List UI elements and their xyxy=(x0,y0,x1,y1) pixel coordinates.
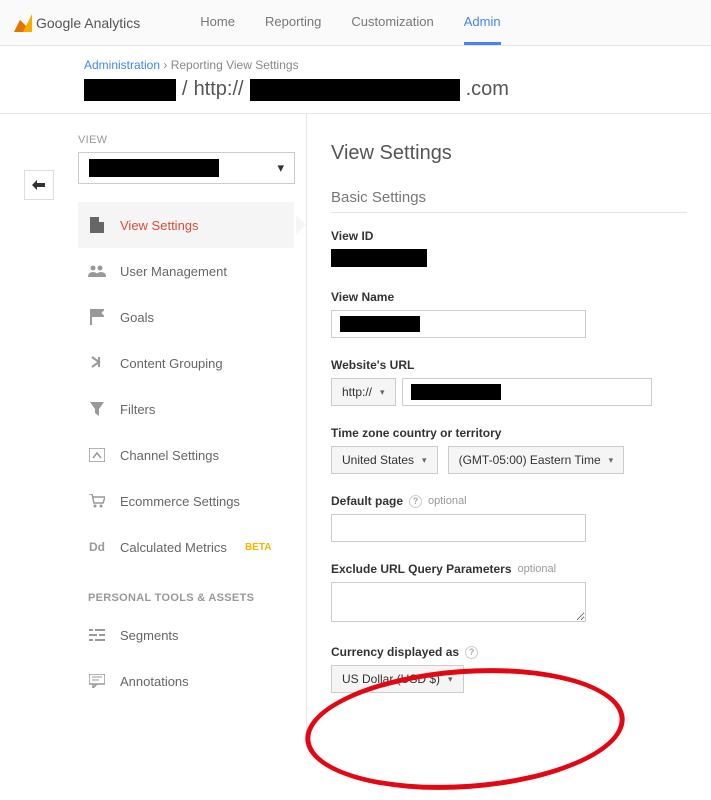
sidebar-item-label: Segments xyxy=(120,628,179,643)
logo[interactable]: Google Analytics xyxy=(14,14,140,32)
account-tld: .com xyxy=(466,78,509,101)
caret-down-icon: ▾ xyxy=(422,455,427,466)
beta-badge: BETA xyxy=(245,542,271,553)
primary-nav: Home Reporting Customization Admin xyxy=(200,0,500,45)
nav-customization[interactable]: Customization xyxy=(351,0,433,45)
redacted-view-name xyxy=(89,159,219,177)
field-currency: Currency displayed as ? US Dollar (USD $… xyxy=(331,645,687,693)
filter-icon xyxy=(88,400,106,418)
sidebar-item-content-grouping[interactable]: Content Grouping xyxy=(78,340,294,386)
sidebar-item-filters[interactable]: Filters xyxy=(78,386,294,432)
logo-text: Google Analytics xyxy=(36,15,140,31)
currency-label: Currency displayed as ? xyxy=(331,645,687,659)
sidebar: VIEW ▾ View Settings User Management Goa… xyxy=(0,114,307,741)
segments-icon xyxy=(88,626,106,644)
website-url-input[interactable] xyxy=(402,378,652,406)
document-icon xyxy=(88,216,106,234)
field-default-page: Default page ? optional xyxy=(331,494,687,542)
caret-down-icon: ▾ xyxy=(448,674,453,685)
breadcrumb-current: Reporting View Settings xyxy=(171,58,299,72)
sidebar-item-calculated-metrics[interactable]: Dd Calculated Metrics BETA xyxy=(78,524,294,570)
redacted-view-id xyxy=(331,249,427,267)
website-url-label: Website's URL xyxy=(331,358,687,372)
sidebar-item-annotations[interactable]: Annotations xyxy=(78,658,294,704)
tz-zone-value: (GMT-05:00) Eastern Time xyxy=(459,453,601,467)
currency-value: US Dollar (USD $) xyxy=(342,672,440,686)
sidebar-item-ecommerce-settings[interactable]: Ecommerce Settings xyxy=(78,478,294,524)
breadcrumb-admin[interactable]: Administration xyxy=(84,58,160,72)
field-exclude-query: Exclude URL Query Parameters optional xyxy=(331,562,687,625)
view-label: VIEW xyxy=(78,134,294,146)
sidebar-item-label: User Management xyxy=(120,264,227,279)
tz-country-dropdown[interactable]: United States ▾ xyxy=(331,446,438,474)
sidebar-item-label: Goals xyxy=(120,310,154,325)
nav-home[interactable]: Home xyxy=(200,0,235,45)
view-id-label: View ID xyxy=(331,229,687,243)
caret-down-icon: ▾ xyxy=(609,455,614,466)
account-slash: / xyxy=(182,78,188,101)
flag-icon xyxy=(88,308,106,326)
sidebar-item-label: Filters xyxy=(120,402,155,417)
exclude-label: Exclude URL Query Parameters optional xyxy=(331,562,687,576)
view-dropdown[interactable]: ▾ xyxy=(78,152,295,184)
nav-reporting[interactable]: Reporting xyxy=(265,0,321,45)
protocol-value: http:// xyxy=(342,385,372,399)
breadcrumb: Administration › Reporting View Settings xyxy=(0,46,711,76)
sidebar-item-user-management[interactable]: User Management xyxy=(78,248,294,294)
sidebar-item-label: Content Grouping xyxy=(120,356,223,371)
currency-dropdown[interactable]: US Dollar (USD $) ▾ xyxy=(331,665,464,693)
sidebar-menu: View Settings User Management Goals Cont… xyxy=(78,202,294,570)
default-page-input[interactable] xyxy=(331,514,586,542)
sidebar-item-segments[interactable]: Segments xyxy=(78,612,294,658)
top-navbar: Google Analytics Home Reporting Customiz… xyxy=(0,0,711,46)
annotation-icon xyxy=(88,672,106,690)
timezone-label: Time zone country or territory xyxy=(331,426,687,440)
caret-down-icon: ▾ xyxy=(380,387,385,398)
field-timezone: Time zone country or territory United St… xyxy=(331,426,687,474)
breadcrumb-sep: › xyxy=(163,58,170,72)
field-website-url: Website's URL http:// ▾ xyxy=(331,358,687,406)
sidebar-item-label: Channel Settings xyxy=(120,448,219,463)
field-view-name: View Name xyxy=(331,290,687,338)
sidebar-item-label: View Settings xyxy=(120,218,199,233)
account-protocol: http:// xyxy=(194,78,244,101)
account-path: / http:// .com xyxy=(0,76,711,113)
sidebar-item-label: Ecommerce Settings xyxy=(120,494,240,509)
redacted-domain xyxy=(250,79,460,101)
sidebar-item-goals[interactable]: Goals xyxy=(78,294,294,340)
tz-country-value: United States xyxy=(342,453,414,467)
settings-panel: View Settings Basic Settings View ID Vie… xyxy=(307,114,711,741)
channel-icon xyxy=(88,446,106,464)
view-name-input[interactable] xyxy=(331,310,586,338)
optional-text: optional xyxy=(518,563,557,575)
tz-zone-dropdown[interactable]: (GMT-05:00) Eastern Time ▾ xyxy=(448,446,625,474)
analytics-logo-icon xyxy=(14,14,32,32)
view-name-label: View Name xyxy=(331,290,687,304)
redacted-url xyxy=(411,384,501,400)
field-view-id: View ID xyxy=(331,229,687,270)
help-icon[interactable]: ? xyxy=(409,495,422,508)
dd-icon: Dd xyxy=(88,538,106,556)
optional-text: optional xyxy=(428,495,467,507)
section-basic-settings: Basic Settings xyxy=(331,189,687,213)
nav-admin[interactable]: Admin xyxy=(464,0,501,45)
help-icon[interactable]: ? xyxy=(465,646,478,659)
sidebar-menu-2: Segments Annotations xyxy=(78,612,294,704)
page-title: View Settings xyxy=(331,142,687,165)
sidebar-item-view-settings[interactable]: View Settings xyxy=(78,202,294,248)
sidebar-item-label: Calculated Metrics xyxy=(120,540,227,555)
redacted-account xyxy=(84,79,176,101)
exclude-query-textarea[interactable] xyxy=(331,582,586,622)
content-grouping-icon xyxy=(88,354,106,372)
protocol-dropdown[interactable]: http:// ▾ xyxy=(331,378,396,406)
caret-down-icon: ▾ xyxy=(277,160,284,176)
sidebar-section-title: PERSONAL TOOLS & ASSETS xyxy=(88,592,294,604)
users-icon xyxy=(88,262,106,280)
cart-icon xyxy=(88,492,106,510)
default-page-label: Default page ? optional xyxy=(331,494,687,508)
sidebar-item-channel-settings[interactable]: Channel Settings xyxy=(78,432,294,478)
sidebar-item-label: Annotations xyxy=(120,674,189,689)
redacted-view-name-value xyxy=(340,316,420,332)
